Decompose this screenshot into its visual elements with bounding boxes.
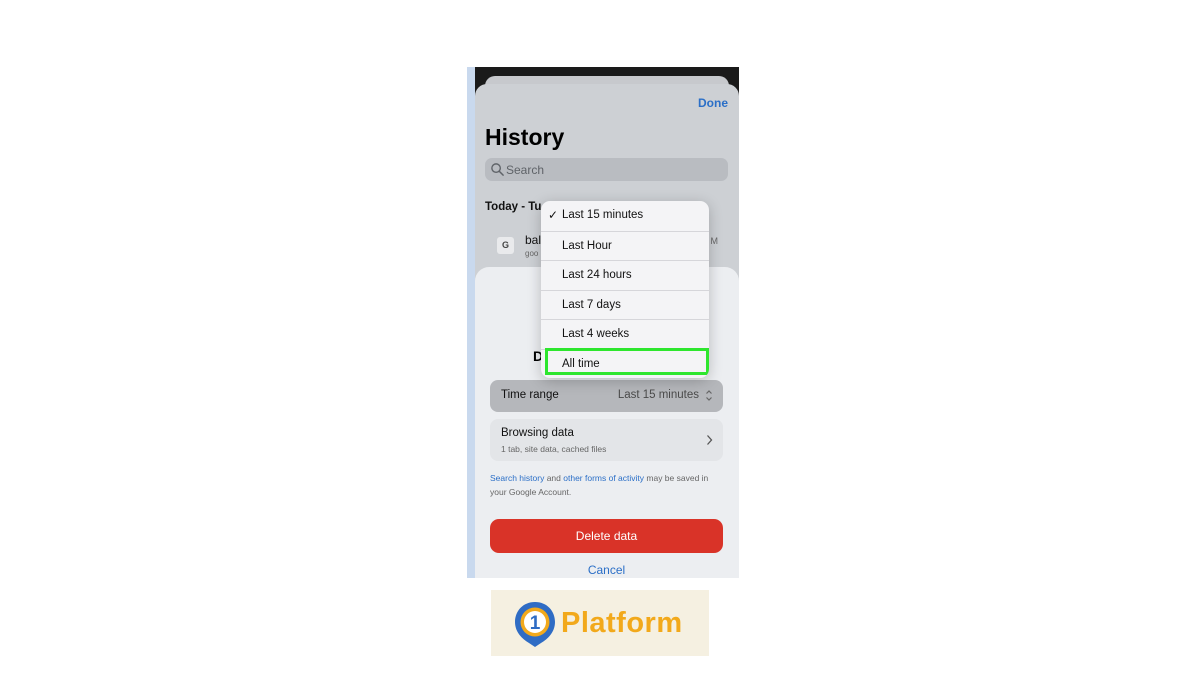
menu-item-label: Last Hour [562,239,612,252]
menu-item-last-hour[interactable]: Last Hour [541,230,709,261]
logo-badge-digit: 1 [530,613,541,634]
time-range-value: Last 15 minutes [617,389,699,401]
search-placeholder: Search [506,163,545,177]
search-input[interactable]: Search [485,158,728,181]
platform-logo: 1 Platform [491,590,709,656]
browsing-data-summary: 1 tab, site data, cached files [501,444,607,454]
menu-item-last-4-weeks[interactable]: Last 4 weeks [541,319,709,349]
browsing-data-label: Browsing data [501,427,574,439]
browsing-data-row[interactable]: Browsing data 1 tab, site data, cached f… [490,419,723,461]
history-item-url: goo [525,249,539,258]
search-icon [491,163,504,176]
done-button[interactable]: Done [698,96,728,110]
history-item-time: M [710,236,719,246]
cancel-button[interactable]: Cancel [490,563,723,577]
delete-data-button[interactable]: Delete data [490,519,723,553]
menu-item-last-15-minutes[interactable]: ✓ Last 15 minutes [541,201,709,231]
search-history-link[interactable]: Search history [490,473,544,483]
menu-item-label: Last 4 weeks [562,328,630,340]
section-header: Today - Tu [485,201,542,213]
google-account-footnote: Search history and other forms of activi… [490,472,726,499]
menu-item-last-24-hours[interactable]: Last 24 hours [541,260,709,290]
page-title: History [485,124,565,150]
google-favicon-icon: G [497,237,514,254]
chevron-up-down-icon [706,390,712,401]
menu-item-label: Last 15 minutes [562,209,644,221]
phone-edge-strip [467,67,475,578]
time-range-menu: ✓ Last 15 minutes Last Hour Last 24 hour… [541,201,709,378]
time-range-selector[interactable]: Time range Last 15 minutes [490,380,723,412]
location-pin-badge-icon: 1 [515,602,555,647]
menu-item-last-7-days[interactable]: Last 7 days [541,289,709,320]
chevron-right-icon [707,435,713,445]
highlight-box [545,348,709,375]
checkmark-icon: ✓ [548,208,559,222]
time-range-label: Time range [501,389,559,401]
history-item-title: bal [525,233,542,247]
menu-item-label: Last 24 hours [562,269,632,281]
menu-item-label: Last 7 days [562,298,621,311]
other-activity-link[interactable]: other forms of activity [563,473,644,483]
phone-screenshot: Done History Search Today - Tu G bal goo… [467,67,739,578]
logo-text: Platform [561,607,683,639]
footnote-text-1: and [544,473,564,483]
